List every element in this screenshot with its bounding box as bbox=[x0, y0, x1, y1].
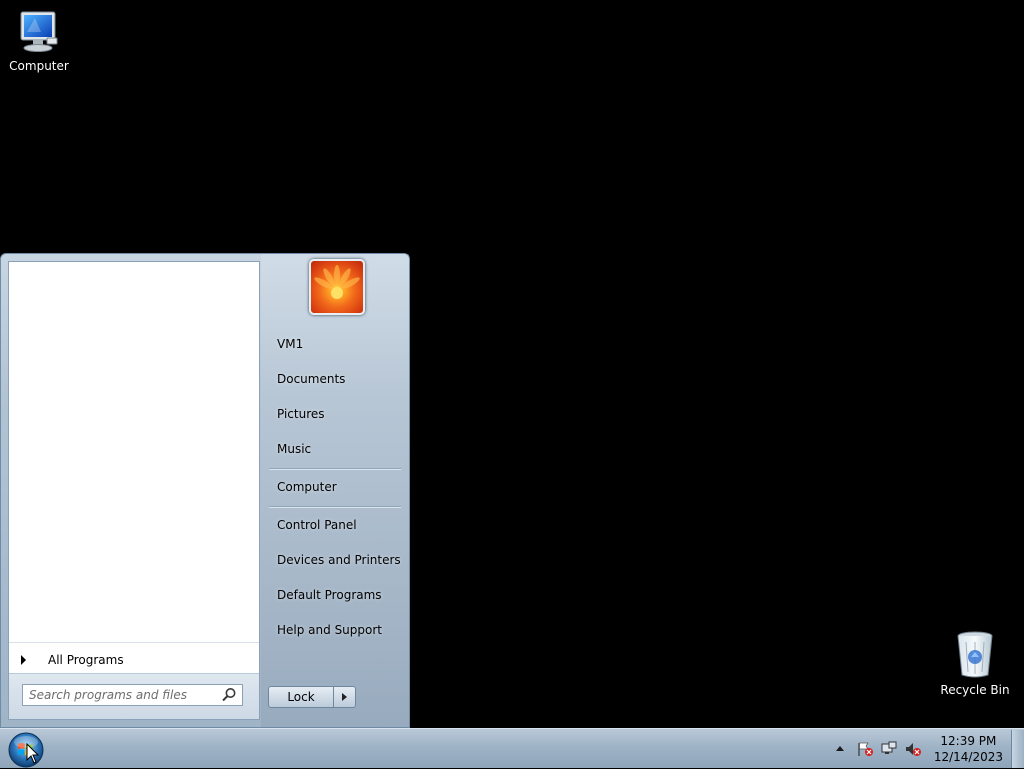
search-area bbox=[9, 673, 259, 719]
action-center-flag-icon[interactable] bbox=[856, 741, 874, 757]
clock[interactable]: 12:39 PM 12/14/2023 bbox=[934, 733, 1003, 765]
documents-link[interactable]: Documents bbox=[269, 365, 401, 393]
system-tray: 12:39 PM 12/14/2023 bbox=[835, 729, 1024, 768]
mouse-pointer-icon bbox=[26, 743, 40, 764]
recycle-bin-desktop-icon[interactable]: Recycle Bin bbox=[937, 630, 1013, 697]
all-programs-button[interactable]: All Programs bbox=[9, 642, 259, 677]
search-input[interactable] bbox=[23, 688, 220, 702]
show-desktop-button[interactable] bbox=[1011, 729, 1024, 768]
start-menu-programs-pane: All Programs bbox=[8, 261, 260, 720]
volume-muted-icon[interactable] bbox=[904, 741, 922, 757]
all-programs-label: All Programs bbox=[48, 653, 124, 667]
search-icon[interactable] bbox=[220, 686, 238, 704]
recycle-bin-label: Recycle Bin bbox=[940, 683, 1010, 697]
computer-link[interactable]: Computer bbox=[269, 473, 401, 501]
devices-and-printers-link[interactable]: Devices and Printers bbox=[269, 546, 401, 574]
show-hidden-icons-button[interactable] bbox=[835, 746, 844, 751]
computer-icon bbox=[20, 11, 58, 52]
clock-date: 12/14/2023 bbox=[933, 749, 1003, 764]
triangle-right-icon bbox=[21, 655, 26, 665]
lock-button[interactable]: Lock bbox=[268, 686, 334, 708]
network-icon[interactable] bbox=[880, 741, 898, 757]
default-programs-link[interactable]: Default Programs bbox=[269, 581, 401, 609]
pictures-link[interactable]: Pictures bbox=[269, 400, 401, 428]
user-folder-link[interactable]: VM1 bbox=[269, 330, 401, 358]
computer-desktop-icon[interactable]: Computer bbox=[1, 8, 77, 73]
search-box[interactable] bbox=[22, 684, 243, 706]
triangle-right-icon bbox=[342, 693, 347, 701]
power-options-arrow-button[interactable] bbox=[334, 686, 356, 708]
clock-time: 12:39 PM bbox=[940, 733, 997, 748]
help-and-support-link[interactable]: Help and Support bbox=[269, 616, 401, 644]
separator bbox=[269, 468, 401, 469]
computer-label: Computer bbox=[9, 59, 69, 73]
taskbar: 12:39 PM 12/14/2023 bbox=[0, 728, 1024, 768]
flower-icon bbox=[314, 265, 360, 299]
control-panel-link[interactable]: Control Panel bbox=[269, 511, 401, 539]
user-picture-flower[interactable] bbox=[309, 259, 365, 315]
recycle-bin-icon bbox=[957, 631, 993, 678]
shutdown-group: Lock bbox=[268, 686, 356, 708]
separator bbox=[269, 506, 401, 507]
music-link[interactable]: Music bbox=[269, 435, 401, 463]
start-menu: All Programs Search programs and files V… bbox=[0, 253, 410, 728]
start-menu-places-pane: VM1 Documents Pictures Music Computer Co… bbox=[261, 254, 409, 727]
